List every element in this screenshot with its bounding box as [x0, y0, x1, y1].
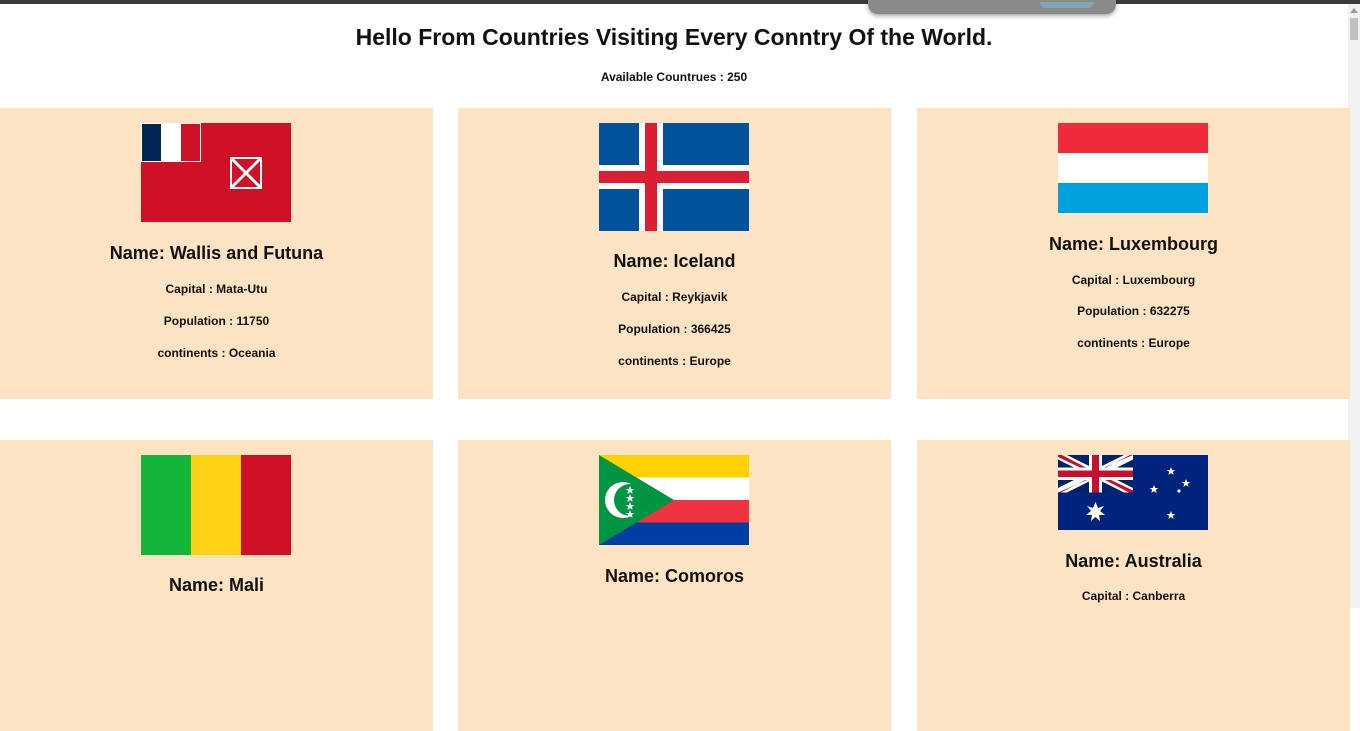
scroll-up-icon[interactable] [1350, 8, 1358, 13]
luxembourg-flag-icon [1058, 123, 1208, 213]
browser-overlay-pill[interactable] [868, 0, 1116, 14]
country-name-value: Mali [229, 575, 265, 595]
population-value: 366425 [690, 322, 731, 336]
capital-prefix: Capital : [1081, 589, 1130, 603]
country-population: Population : 366425 [458, 322, 891, 336]
population-prefix: Population : [618, 322, 688, 336]
country-population: Population : 632275 [917, 304, 1350, 318]
wallis-futuna-flag-icon [141, 123, 291, 222]
country-name-value: Australia [1124, 551, 1202, 571]
iceland-flag-icon [599, 123, 749, 231]
capital-prefix: Capital : [165, 282, 213, 296]
overlay-pill-button[interactable] [1040, 2, 1094, 8]
country-continents: continents : Oceania [0, 346, 433, 360]
continents-prefix: continents : [618, 354, 687, 368]
continents-value: Europe [689, 354, 731, 368]
australia-flag-icon [1058, 455, 1208, 530]
count-value: 250 [727, 70, 748, 84]
continents-value: Europe [1148, 336, 1190, 350]
country-continents: continents : Europe [458, 354, 891, 368]
country-name: Name: Iceland [458, 251, 891, 272]
population-value: 11750 [236, 314, 270, 328]
continents-prefix: continents : [1077, 336, 1146, 350]
name-prefix: Name: [1048, 234, 1104, 254]
comoros-flag-icon [599, 455, 749, 545]
country-continents: continents : Europe [917, 336, 1350, 350]
country-name: Name: Comoros [458, 566, 891, 587]
capital-prefix: Capital : [1071, 273, 1120, 287]
name-prefix: Name: [168, 575, 224, 595]
available-countries-count: Available Countrues : 250 [0, 70, 1348, 84]
country-name-value: Wallis and Futuna [169, 243, 324, 263]
country-population: Population : 11750 [0, 314, 433, 328]
country-card[interactable]: Name: Australia Capital : Canberra [917, 440, 1350, 731]
population-prefix: Population : [1077, 304, 1147, 318]
capital-value: Reykjavik [672, 290, 728, 304]
country-card[interactable]: Name: Wallis and Futuna Capital : Mata-U… [0, 108, 433, 399]
continents-prefix: continents : [157, 346, 226, 360]
country-name-value: Luxembourg [1109, 234, 1219, 254]
name-prefix: Name: [1065, 551, 1121, 571]
mali-flag-icon [141, 455, 291, 555]
country-card[interactable]: Name: Iceland Capital : Reykjavik Popula… [458, 108, 891, 399]
country-name-value: Iceland [673, 251, 736, 271]
country-capital: Capital : Canberra [917, 589, 1350, 603]
country-name: Name: Wallis and Futuna [0, 243, 433, 264]
country-card[interactable]: Name: Comoros [458, 440, 891, 731]
continents-value: Oceania [228, 346, 276, 360]
country-capital: Capital : Mata-Utu [0, 282, 433, 296]
window-top-border [0, 0, 1360, 4]
country-name: Name: Mali [0, 575, 433, 596]
country-name: Name: Australia [917, 551, 1350, 572]
name-prefix: Name: [613, 251, 669, 271]
population-value: 632275 [1149, 304, 1190, 318]
country-card[interactable]: Name: Luxembourg Capital : Luxembourg Po… [917, 108, 1350, 399]
capital-value: Mata-Utu [216, 282, 268, 296]
capital-value: Luxembourg [1122, 273, 1196, 287]
capital-prefix: Capital : [621, 290, 669, 304]
name-prefix: Name: [604, 566, 660, 586]
country-card[interactable]: Name: Mali [0, 440, 433, 731]
country-name: Name: Luxembourg [917, 234, 1350, 255]
count-label: Available Countrues : [600, 70, 724, 84]
country-capital: Capital : Luxembourg [917, 273, 1350, 287]
scrollbar-thumb[interactable] [1350, 18, 1358, 40]
name-prefix: Name: [109, 243, 165, 263]
capital-value: Canberra [1132, 589, 1186, 603]
page-title: Hello From Countries Visiting Every Conn… [355, 24, 993, 50]
country-name-value: Comoros [665, 566, 745, 586]
country-capital: Capital : Reykjavik [458, 290, 891, 304]
population-prefix: Population : [163, 314, 234, 328]
